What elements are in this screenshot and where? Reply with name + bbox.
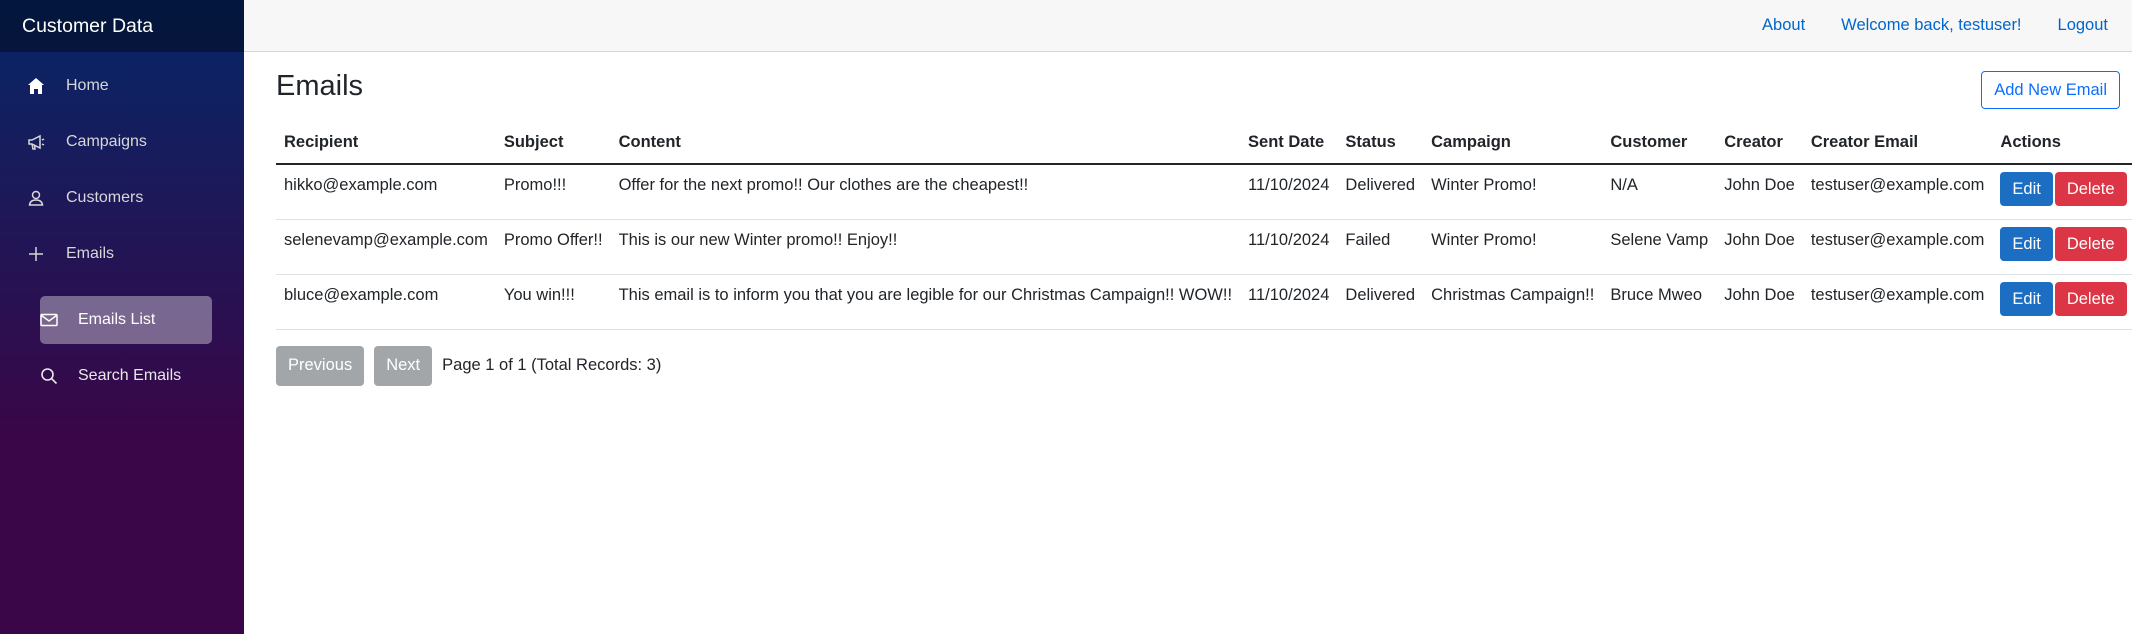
cell-actions: Edit Delete — [1992, 164, 2132, 220]
sidebar-item-emails[interactable]: Emails — [0, 226, 244, 282]
cell-status: Failed — [1337, 219, 1424, 275]
edit-button[interactable]: Edit — [2000, 281, 2053, 316]
column-header-actions: Actions — [1992, 122, 2132, 165]
about-link[interactable]: About — [1762, 16, 1805, 35]
cell-creator-email: testuser@example.com — [1802, 274, 1993, 330]
cell-creator-email: testuser@example.com — [1802, 219, 1993, 275]
column-header-recipient: Recipient — [276, 122, 496, 165]
edit-button[interactable]: Edit — [2000, 226, 2053, 261]
top-bar: About Welcome back, testuser! Logout — [244, 0, 2132, 52]
next-button[interactable]: Next — [374, 345, 433, 386]
sidebar: Customer Data Home Campaigns Customers E… — [0, 0, 244, 634]
sidebar-item-label: Emails — [66, 245, 115, 262]
search-icon — [38, 365, 60, 387]
cell-subject: Promo Offer!! — [495, 219, 611, 275]
column-header-subject: Subject — [495, 122, 611, 165]
sidebar-subitem-label: Emails List — [78, 311, 156, 328]
cell-content: This email is to inform you that you are… — [610, 274, 1241, 330]
add-new-email-button[interactable]: Add New Email — [1981, 71, 2120, 109]
table-row: selenevamp@example.com Promo Offer!! Thi… — [276, 219, 2132, 275]
table-row: bluce@example.com You win!!! This email … — [276, 274, 2132, 330]
sidebar-subitem-emails-list[interactable]: Emails List — [40, 296, 212, 344]
cell-sent-date: 11/10/2024 — [1240, 219, 1338, 275]
cell-content: Offer for the next promo!! Our clothes a… — [610, 164, 1241, 220]
cell-customer: Selene Vamp — [1602, 219, 1717, 275]
column-header-creator: Creator — [1716, 122, 1803, 165]
cell-actions: Edit Delete — [1992, 274, 2132, 330]
envelope-icon — [38, 309, 60, 331]
table-row: hikko@example.com Promo!!! Offer for the… — [276, 164, 2132, 220]
sidebar-subitem-label: Search Emails — [78, 367, 182, 384]
cell-campaign: Winter Promo! — [1423, 219, 1603, 275]
cell-creator: John Doe — [1716, 219, 1803, 275]
page-header: Emails Add New Email — [276, 52, 2120, 122]
sidebar-subitem-search-emails[interactable]: Search Emails — [40, 352, 212, 400]
delete-button[interactable]: Delete — [2054, 281, 2127, 316]
page-title: Emails — [276, 70, 364, 102]
sidebar-nav: Home Campaigns Customers Emails — [0, 52, 244, 282]
cell-campaign: Christmas Campaign!! — [1423, 274, 1603, 330]
sidebar-item-label: Customers — [66, 189, 144, 206]
column-header-status: Status — [1337, 122, 1424, 165]
megaphone-icon — [24, 130, 48, 154]
home-icon — [24, 74, 48, 98]
cell-campaign: Winter Promo! — [1423, 164, 1603, 220]
delete-button[interactable]: Delete — [2054, 226, 2127, 261]
cell-sent-date: 11/10/2024 — [1240, 164, 1338, 220]
sidebar-item-customers[interactable]: Customers — [0, 170, 244, 226]
previous-button[interactable]: Previous — [276, 345, 365, 386]
column-header-content: Content — [610, 122, 1241, 165]
column-header-creator-email: Creator Email — [1802, 122, 1993, 165]
delete-button[interactable]: Delete — [2054, 172, 2127, 206]
table-header-row: Recipient Subject Content Sent Date Stat… — [276, 122, 2132, 165]
cell-recipient: hikko@example.com — [276, 164, 496, 220]
pagination-info: Page 1 of 1 (Total Records: 3) — [442, 356, 662, 374]
edit-button[interactable]: Edit — [2000, 172, 2053, 206]
welcome-link[interactable]: Welcome back, testuser! — [1841, 16, 2021, 35]
cell-subject: You win!!! — [495, 274, 611, 330]
brand-title[interactable]: Customer Data — [22, 15, 153, 38]
cell-actions: Edit Delete — [1992, 219, 2132, 275]
cell-sent-date: 11/10/2024 — [1240, 274, 1338, 330]
brand-bar: Customer Data — [0, 0, 244, 52]
cell-customer: N/A — [1602, 164, 1717, 220]
sidebar-item-label: Campaigns — [66, 133, 147, 150]
emails-table: Recipient Subject Content Sent Date Stat… — [276, 122, 2132, 330]
sidebar-item-home[interactable]: Home — [0, 58, 244, 114]
column-header-campaign: Campaign — [1423, 122, 1603, 165]
cell-customer: Bruce Mweo — [1602, 274, 1717, 330]
cell-creator: John Doe — [1716, 274, 1803, 330]
cell-recipient: bluce@example.com — [276, 274, 496, 330]
pagination: Previous Next Page 1 of 1 (Total Records… — [276, 345, 2120, 386]
cell-creator: John Doe — [1716, 164, 1803, 220]
cell-subject: Promo!!! — [495, 164, 611, 220]
person-icon — [24, 186, 48, 210]
logout-link[interactable]: Logout — [2058, 16, 2108, 35]
plus-icon — [24, 242, 48, 266]
main-content: Emails Add New Email Recipient Subject C… — [276, 52, 2132, 386]
sidebar-item-campaigns[interactable]: Campaigns — [0, 114, 244, 170]
cell-status: Delivered — [1337, 164, 1424, 220]
cell-status: Delivered — [1337, 274, 1424, 330]
cell-creator-email: testuser@example.com — [1802, 164, 1993, 220]
sidebar-item-label: Home — [66, 77, 109, 94]
column-header-customer: Customer — [1602, 122, 1717, 165]
column-header-sent-date: Sent Date — [1240, 122, 1338, 165]
cell-recipient: selenevamp@example.com — [276, 219, 496, 275]
cell-content: This is our new Winter promo!! Enjoy!! — [610, 219, 1241, 275]
